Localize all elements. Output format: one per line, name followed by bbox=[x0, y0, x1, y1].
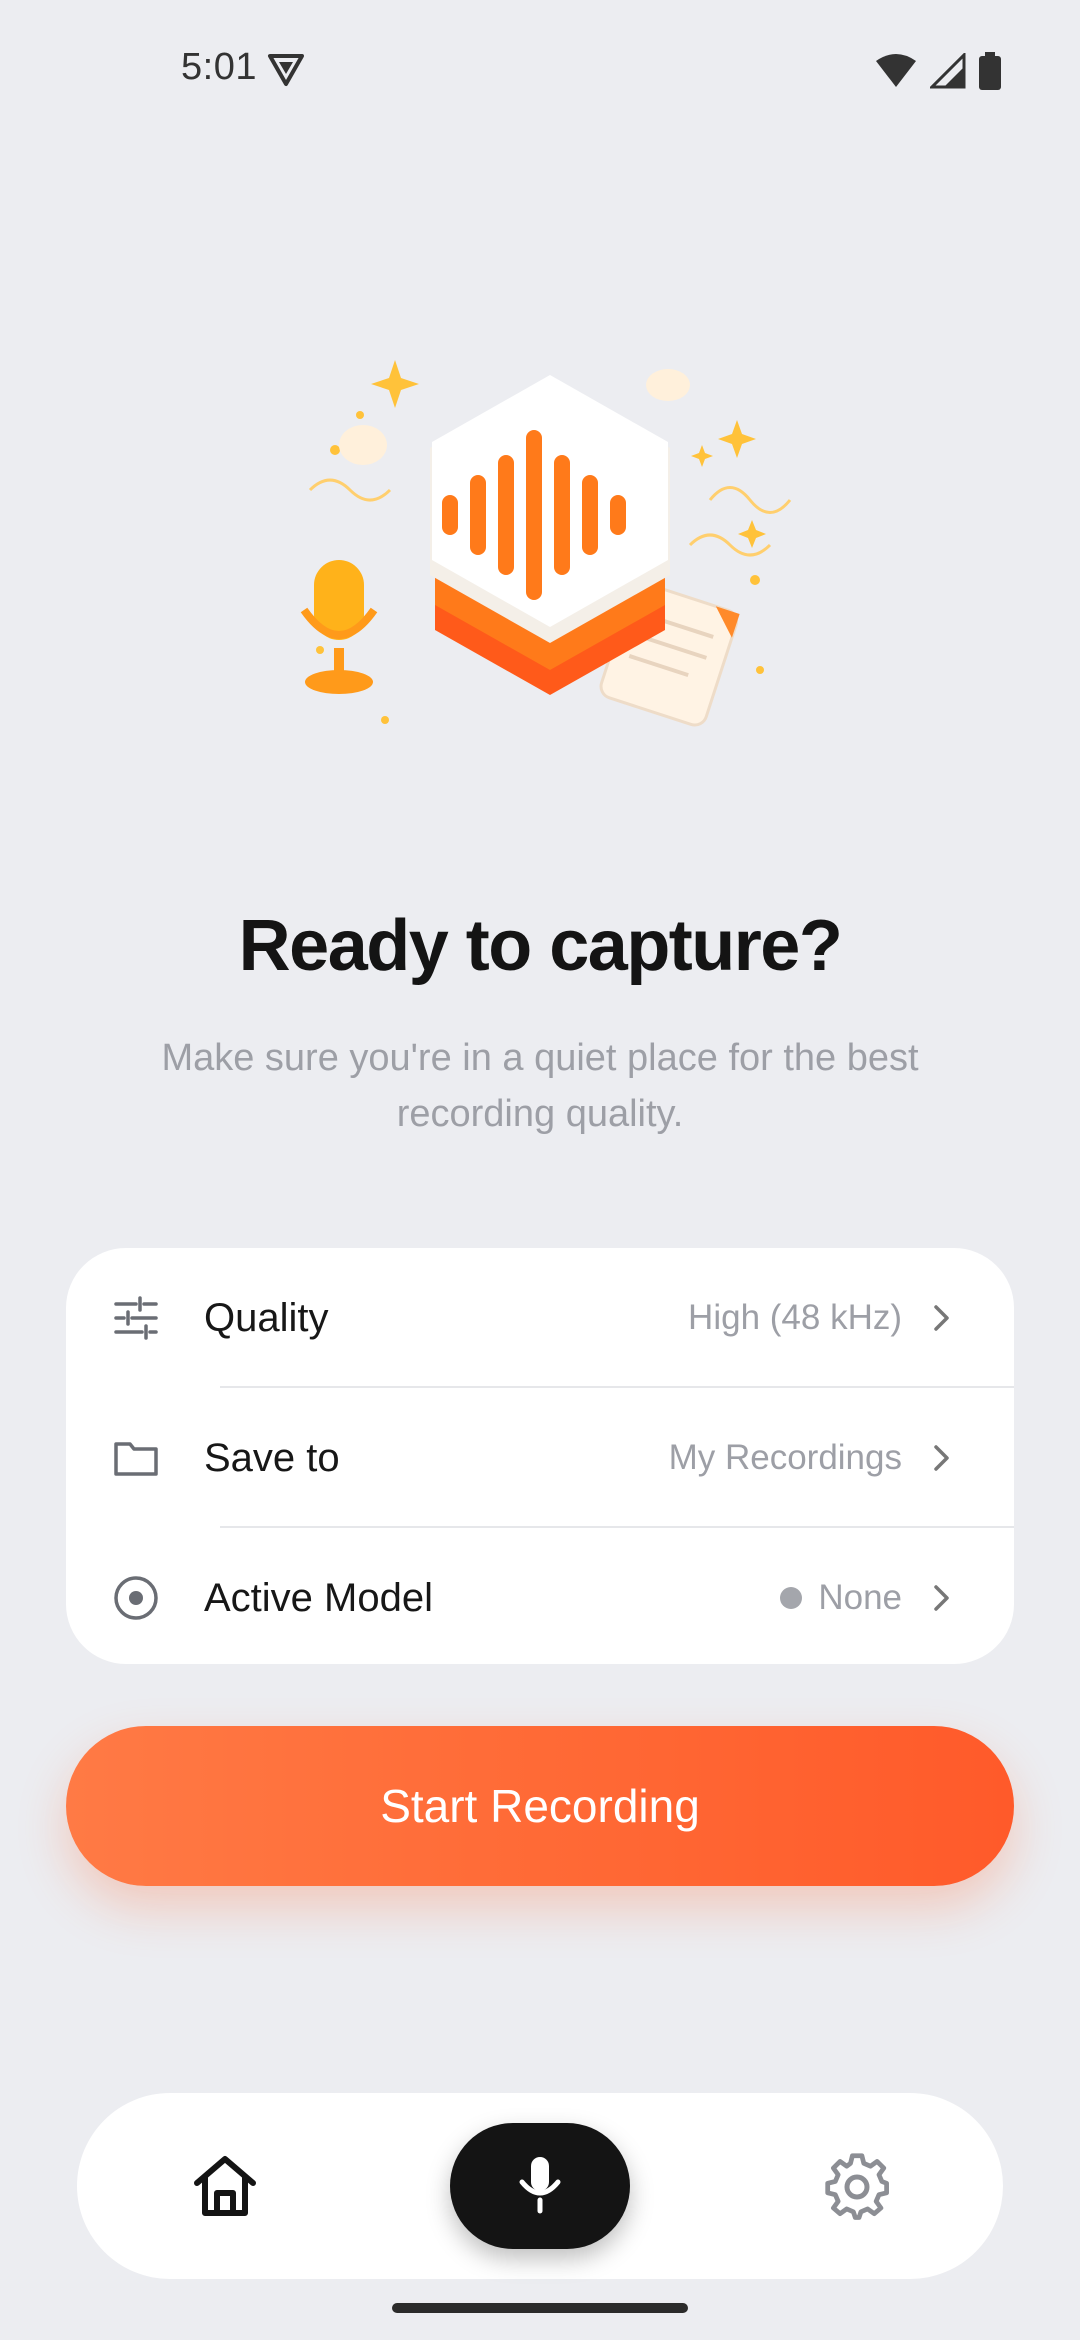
home-indicator[interactable] bbox=[392, 2303, 688, 2313]
save-to-value: My Recordings bbox=[668, 1438, 902, 1477]
start-recording-button[interactable]: Start Recording bbox=[66, 1726, 1014, 1886]
gear-icon[interactable] bbox=[822, 2151, 892, 2221]
quality-value: High (48 kHz) bbox=[688, 1298, 902, 1337]
wifi-icon bbox=[874, 53, 918, 94]
microphone-icon bbox=[518, 2154, 562, 2219]
chevron-right-icon bbox=[930, 1441, 954, 1475]
sliders-icon bbox=[112, 1294, 160, 1342]
quality-row[interactable]: Quality High (48 kHz) bbox=[66, 1248, 1014, 1388]
page-title: Ready to capture? bbox=[238, 906, 843, 986]
settings-card: Quality High (48 kHz) Save to My Recordi… bbox=[66, 1248, 1014, 1664]
save-to-row[interactable]: Save to My Recordings bbox=[66, 1388, 1014, 1528]
active-model-row[interactable]: Active Model None bbox=[66, 1528, 1014, 1664]
quality-label: Quality bbox=[204, 1295, 329, 1340]
status-bar: 5:01 bbox=[0, 0, 1080, 140]
folder-icon bbox=[112, 1434, 160, 1482]
hero-illustration bbox=[290, 350, 810, 750]
chevron-right-icon bbox=[930, 1301, 954, 1335]
status-dot bbox=[780, 1587, 803, 1609]
home-icon[interactable] bbox=[189, 2153, 261, 2219]
active-model-value: None bbox=[780, 1578, 902, 1618]
status-icons bbox=[874, 51, 1002, 95]
active-model-label: Active Model bbox=[204, 1575, 433, 1620]
cellular-signal-icon bbox=[928, 51, 966, 94]
save-to-label: Save to bbox=[204, 1435, 340, 1480]
page-subtitle: Make sure you're in a quiet place for th… bbox=[161, 1037, 919, 1135]
radio-target-icon bbox=[112, 1574, 160, 1622]
status-time: 5:01 bbox=[181, 46, 257, 88]
chevron-right-icon bbox=[930, 1581, 954, 1615]
bottom-navigation bbox=[77, 2093, 1003, 2279]
microphone-nav-button[interactable] bbox=[450, 2123, 630, 2249]
battery-icon bbox=[978, 52, 1002, 95]
active-model-value-text: None bbox=[818, 1578, 902, 1617]
vpn-shield-icon bbox=[266, 52, 306, 93]
